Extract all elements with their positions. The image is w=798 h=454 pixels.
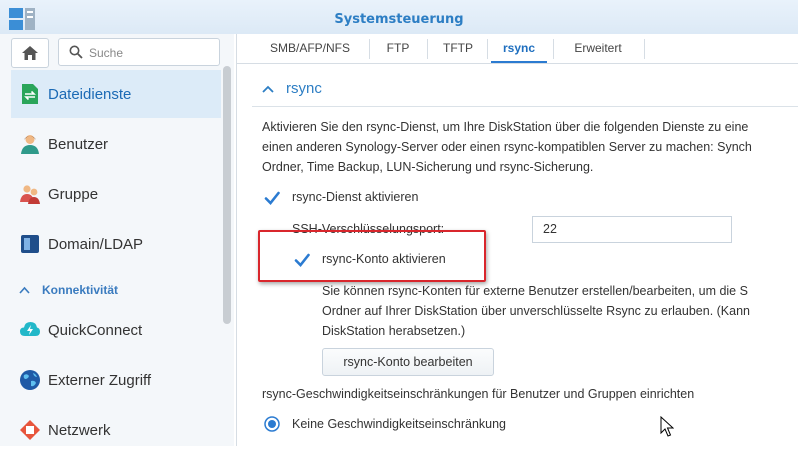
- quickconnect-icon: [19, 319, 41, 341]
- sidebar: Dateidienste Benutzer Gruppe: [0, 34, 234, 446]
- sidebar-item-label: Domain/LDAP: [48, 235, 144, 253]
- tab-erweitert[interactable]: Erweitert: [561, 34, 635, 63]
- ssh-port-input[interactable]: 22: [532, 216, 732, 243]
- tab-bar: SMB/AFP/NFS FTP TFTP rsync Erweitert: [237, 34, 798, 64]
- tab-smb-afp-nfs[interactable]: SMB/AFP/NFS: [253, 34, 367, 63]
- sidebar-item-label: Netzwerk: [48, 421, 111, 439]
- account-description-line: DiskStation herabsetzen.): [322, 324, 466, 338]
- section-header-label: Konnektivität: [42, 283, 119, 297]
- description-line: Aktivieren Sie den rsync-Dienst, um Ihre…: [262, 120, 749, 134]
- section-rsync-header[interactable]: rsync: [262, 80, 322, 97]
- description-line: Ordner, Time Backup, LUN-Sicherung und r…: [262, 160, 594, 174]
- tab-separator: [553, 39, 554, 59]
- sidebar-item-label: Benutzer: [48, 135, 109, 153]
- globe-icon: [19, 369, 41, 391]
- sidebar-scrollbar[interactable]: [223, 66, 231, 324]
- sidebar-item-domain-ldap[interactable]: Domain/LDAP: [11, 220, 221, 268]
- enable-rsync-checkbox[interactable]: [264, 190, 280, 206]
- sidebar-item-dateidienste[interactable]: Dateidienste: [11, 70, 221, 118]
- home-button[interactable]: [11, 38, 49, 68]
- title-bar: Systemsteuerung: [0, 0, 798, 34]
- group-icon: [19, 183, 41, 205]
- tab-rsync[interactable]: rsync: [491, 34, 547, 63]
- speed-limit-label: rsync-Geschwindigkeitseinschränkungen fü…: [262, 387, 695, 401]
- tab-ftp[interactable]: FTP: [371, 34, 425, 63]
- tab-separator: [487, 39, 488, 59]
- domain-icon: [19, 233, 41, 255]
- enable-rsync-account-checkbox[interactable]: [294, 252, 310, 268]
- section-divider: [252, 106, 798, 107]
- sidebar-item-label: Externer Zugriff: [48, 371, 152, 389]
- search-box[interactable]: [58, 38, 220, 66]
- description-line: einen anderen Synology-Server oder einen…: [262, 140, 752, 154]
- network-icon: [19, 419, 41, 441]
- mouse-cursor-icon: [660, 416, 674, 437]
- sidebar-item-label: Dateidienste: [48, 85, 132, 103]
- tab-separator: [369, 39, 370, 59]
- no-speed-limit-label: Keine Geschwindigkeitseinschränkung: [292, 417, 507, 431]
- tab-separator: [644, 39, 645, 59]
- sidebar-item-benutzer[interactable]: Benutzer: [11, 120, 221, 168]
- sidebar-item-netzwerk[interactable]: Netzwerk: [11, 406, 221, 454]
- account-description-line: Ordner auf Ihrer DiskStation über unvers…: [322, 304, 750, 318]
- sidebar-item-externer-zugriff[interactable]: Externer Zugriff: [11, 356, 221, 404]
- search-input[interactable]: [87, 43, 219, 63]
- no-speed-limit-radio[interactable]: [264, 416, 280, 432]
- chevron-up-icon: [262, 85, 274, 93]
- sidebar-item-gruppe[interactable]: Gruppe: [11, 170, 221, 218]
- sidebar-item-quickconnect[interactable]: QuickConnect: [11, 306, 221, 354]
- edit-rsync-account-button[interactable]: rsync-Konto bearbeiten: [322, 348, 494, 376]
- home-icon: [22, 46, 38, 60]
- tab-tftp[interactable]: TFTP: [429, 34, 487, 63]
- sidebar-item-label: Gruppe: [48, 185, 99, 203]
- enable-rsync-account-label: rsync-Konto aktivieren: [322, 252, 446, 266]
- chevron-up-icon: [19, 286, 30, 294]
- tab-separator: [427, 39, 428, 59]
- divider: [236, 34, 237, 446]
- enable-rsync-label: rsync-Dienst aktivieren: [292, 190, 419, 204]
- search-icon: [69, 45, 83, 59]
- account-description-line: Sie können rsync-Konten für externe Benu…: [322, 284, 748, 298]
- file-services-icon: [19, 83, 41, 105]
- section-title: rsync: [286, 80, 322, 97]
- sidebar-item-label: QuickConnect: [48, 321, 143, 339]
- user-icon: [19, 133, 41, 155]
- window-title: Systemsteuerung: [334, 12, 464, 27]
- section-header-konnektivitaet[interactable]: Konnektivität: [11, 279, 221, 301]
